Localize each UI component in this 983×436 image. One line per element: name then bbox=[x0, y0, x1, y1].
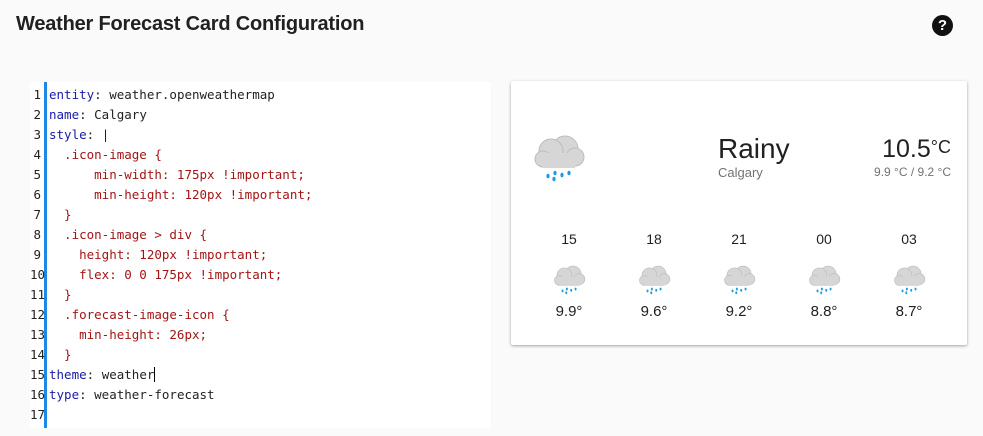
temperature-value: 10.5 bbox=[882, 135, 931, 163]
code-text: style: | bbox=[49, 125, 109, 145]
code-text: entity: weather.openweathermap bbox=[49, 85, 275, 105]
forecast-temperature: 9.9° bbox=[555, 303, 583, 320]
yaml-string: } bbox=[49, 207, 72, 222]
code-text: .icon-image { bbox=[49, 145, 162, 165]
weather-card-preview: Rainy Calgary 10.5°C 9.9 °C / 9.2 °C 15 … bbox=[511, 81, 967, 345]
yaml-string: min-height: 26px; bbox=[49, 327, 208, 342]
forecast-item: 18 9.6° bbox=[624, 231, 684, 320]
line-number: 12 bbox=[30, 307, 46, 322]
forecast-item: 03 8.7° bbox=[879, 231, 939, 320]
rainy-cloud-icon bbox=[794, 257, 854, 295]
yaml-key: type bbox=[49, 387, 80, 402]
code-text: theme: weather bbox=[49, 365, 156, 385]
forecast-time: 18 bbox=[646, 231, 662, 247]
weather-condition: Rainy bbox=[718, 133, 790, 164]
rainy-cloud-icon bbox=[709, 257, 769, 295]
line-number: 2 bbox=[33, 107, 41, 122]
high-low-temperature: 9.9 °C / 9.2 °C bbox=[874, 165, 951, 179]
forecast-temperature: 9.6° bbox=[640, 303, 668, 320]
yaml-key: style bbox=[49, 127, 87, 142]
code-text: .forecast-image-icon { bbox=[49, 305, 230, 325]
yaml-string: height: 120px !important; bbox=[49, 247, 268, 262]
yaml-key: name bbox=[49, 107, 80, 122]
yaml-string: .icon-image { bbox=[49, 147, 162, 162]
yaml-value: : weather bbox=[86, 367, 155, 382]
temperature-unit: °C bbox=[930, 137, 951, 157]
forecast-temperature: 9.2° bbox=[725, 303, 753, 320]
yaml-value: : weather-forecast bbox=[79, 387, 215, 402]
code-text: height: 120px !important; bbox=[49, 245, 267, 265]
forecast-item: 21 9.2° bbox=[709, 231, 769, 320]
forecast-item: 00 8.8° bbox=[794, 231, 854, 320]
text-cursor bbox=[154, 367, 156, 382]
line-number: 3 bbox=[33, 127, 41, 142]
line-number: 11 bbox=[30, 287, 46, 302]
rainy-cloud-icon bbox=[539, 257, 599, 295]
weather-main-icon bbox=[531, 131, 587, 188]
yaml-key: theme bbox=[49, 367, 87, 382]
yaml-string: } bbox=[49, 287, 72, 302]
forecast-time: 15 bbox=[561, 231, 577, 247]
line-number: 10 bbox=[30, 267, 46, 282]
yaml-value: : weather.openweathermap bbox=[94, 87, 275, 102]
code-text: flex: 0 0 175px !important; bbox=[49, 265, 282, 285]
rainy-cloud-icon bbox=[624, 257, 684, 295]
weather-location: Calgary bbox=[718, 165, 763, 180]
yaml-editor[interactable]: 1 entity: weather.openweathermap 2 name: Ca… bbox=[30, 82, 491, 428]
line-number: 4 bbox=[33, 147, 41, 162]
yaml-string: flex: 0 0 175px !important; bbox=[49, 267, 283, 282]
forecast-time: 00 bbox=[816, 231, 832, 247]
current-temperature: 10.5°C bbox=[882, 135, 951, 164]
code-text: .icon-image > div { bbox=[49, 225, 207, 245]
forecast-temperature: 8.7° bbox=[895, 303, 923, 320]
code-text: name: Calgary bbox=[49, 105, 147, 125]
code-text: } bbox=[49, 285, 72, 305]
line-number: 1 bbox=[33, 87, 41, 102]
line-number: 8 bbox=[33, 227, 41, 242]
yaml-string: .icon-image > div { bbox=[49, 227, 208, 242]
yaml-string: min-width: 175px !important; bbox=[49, 167, 305, 182]
forecast-time: 03 bbox=[901, 231, 917, 247]
code-text: min-height: 26px; bbox=[49, 325, 207, 345]
line-number: 13 bbox=[30, 327, 46, 342]
forecast-temperature: 8.8° bbox=[810, 303, 838, 320]
code-text: type: weather-forecast bbox=[49, 385, 215, 405]
line-number: 7 bbox=[33, 207, 41, 222]
line-number: 9 bbox=[33, 247, 41, 262]
code-text: } bbox=[49, 205, 72, 225]
line-number: 5 bbox=[33, 167, 41, 182]
help-icon[interactable]: ? bbox=[932, 15, 953, 36]
rainy-cloud-icon bbox=[879, 257, 939, 295]
page-title: Weather Forecast Card Configuration bbox=[16, 13, 365, 35]
yaml-string: } bbox=[49, 347, 72, 362]
forecast-item: 15 9.9° bbox=[539, 231, 599, 320]
yaml-value: : | bbox=[86, 127, 110, 142]
line-number: 15 bbox=[30, 367, 46, 382]
line-number: 14 bbox=[30, 347, 46, 362]
line-number: 17 bbox=[30, 407, 46, 422]
yaml-string: .forecast-image-icon { bbox=[49, 307, 230, 322]
code-text: min-height: 120px !important; bbox=[49, 185, 312, 205]
code-text: min-width: 175px !important; bbox=[49, 165, 305, 185]
code-text: } bbox=[49, 345, 72, 365]
forecast-time: 21 bbox=[731, 231, 747, 247]
line-number: 6 bbox=[33, 187, 41, 202]
line-number: 16 bbox=[30, 387, 46, 402]
yaml-value: : Calgary bbox=[79, 107, 147, 122]
yaml-string: min-height: 120px !important; bbox=[49, 187, 313, 202]
yaml-key: entity bbox=[49, 87, 95, 102]
